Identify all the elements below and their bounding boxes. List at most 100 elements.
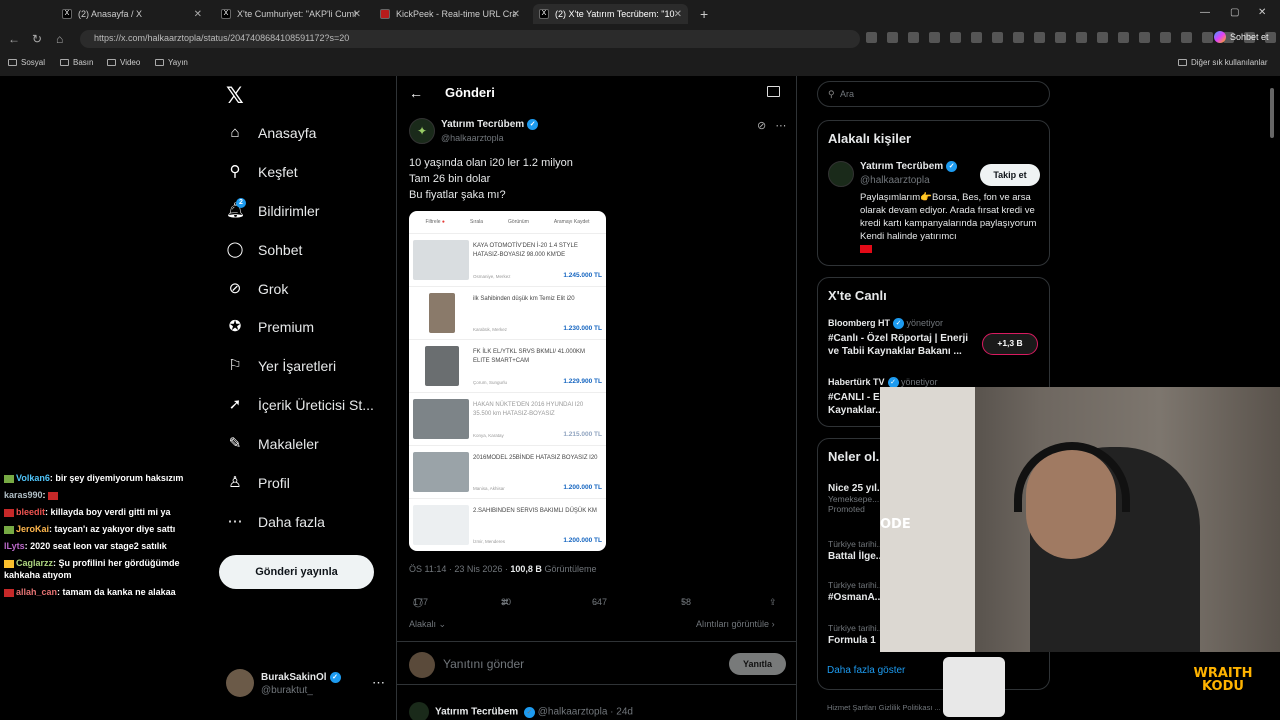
- x-favicon-icon: X: [221, 9, 231, 19]
- avatar[interactable]: [828, 161, 854, 187]
- kickpeek-favicon-icon: [380, 9, 390, 19]
- x-favicon-icon: X: [539, 9, 549, 19]
- trend-item[interactable]: Nice 25 yıl... Yemeksepe... Promoted: [828, 481, 885, 514]
- live-listeners-pill[interactable]: +1,3 B: [982, 333, 1038, 355]
- more-icon[interactable]: ⋯: [775, 120, 786, 132]
- extension-icon[interactable]: [908, 32, 919, 43]
- folder-icon: [155, 59, 164, 66]
- show-more-link[interactable]: Daha fazla göster: [827, 665, 905, 676]
- author-handle[interactable]: @halkaarztopla: [441, 133, 504, 143]
- nav-articles[interactable]: ✎ Makaleler: [226, 435, 396, 453]
- tab-3[interactable]: KickPeek - Real-time URL Crawler✕: [374, 4, 526, 24]
- bookmark-sosyal[interactable]: Sosyal: [8, 58, 45, 67]
- bell-icon: 🔔︎ 2: [226, 198, 246, 219]
- tab-2[interactable]: XX'te Cumhuriyet: "AKP'li Cumhurb✕: [215, 4, 367, 24]
- extension-icon[interactable]: [1097, 32, 1108, 43]
- chat-badge-icon: [4, 588, 14, 597]
- nav-premium[interactable]: ✪ Premium: [226, 318, 396, 336]
- next-post[interactable]: Yatırım Tecrübem ✓ @halkaarztopla · 24d: [409, 702, 633, 720]
- extension-icon[interactable]: [1034, 32, 1045, 43]
- bookmark-yayin[interactable]: Yayın: [155, 58, 188, 67]
- extension-icon[interactable]: [1202, 32, 1213, 43]
- live-item[interactable]: Bloomberg HT ✓ yönetiyor #Canlı - Özel Rö…: [828, 318, 978, 358]
- close-tab-icon[interactable]: ✕: [674, 9, 682, 20]
- extension-icon[interactable]: [1055, 32, 1066, 43]
- reader-icon[interactable]: [767, 86, 780, 97]
- chat-message: lLyts: 2020 seat leon var stage2 satılık: [4, 541, 167, 551]
- tab-1[interactable]: X (2) Anasayfa / X ✕: [56, 4, 208, 24]
- close-tab-icon[interactable]: ✕: [353, 9, 361, 20]
- reply-input[interactable]: Yanıtını gönder: [443, 657, 524, 671]
- new-tab-button[interactable]: +: [694, 4, 714, 24]
- close-tab-icon[interactable]: ✕: [512, 9, 520, 20]
- extension-icon[interactable]: [1013, 32, 1024, 43]
- reload-icon[interactable]: ↻: [32, 32, 42, 46]
- extension-icon[interactable]: [929, 32, 940, 43]
- post-button[interactable]: Gönderi yayınla: [219, 555, 374, 589]
- nav-bookmarks[interactable]: ⚐ Yer İşaretleri: [226, 357, 396, 375]
- close-window-icon[interactable]: ✕: [1258, 7, 1266, 18]
- premium-icon: ✪: [228, 318, 242, 335]
- minimize-icon[interactable]: —: [1200, 7, 1210, 18]
- more-icon[interactable]: ⋯: [372, 675, 385, 691]
- avatar[interactable]: ✦: [409, 118, 435, 144]
- extension-icon[interactable]: [950, 32, 961, 43]
- x-logo-icon[interactable]: 𝕏: [226, 84, 244, 109]
- chat-badge-icon: [4, 525, 14, 534]
- extension-icon[interactable]: [1076, 32, 1087, 43]
- nav-notifications[interactable]: 🔔︎ 2 Bildirimler: [226, 198, 396, 220]
- extension-icon[interactable]: [992, 32, 1003, 43]
- share-icon[interactable]: ⇪: [769, 597, 777, 608]
- trend-item[interactable]: Türkiye tarihi... Battal İlge...: [828, 539, 884, 562]
- reply-submit-button[interactable]: Yanıtla: [729, 653, 786, 675]
- verified-icon: ✓: [523, 706, 535, 718]
- author-name[interactable]: Yatırım Tecrübem: [441, 119, 524, 130]
- nav-home[interactable]: ⌂ Anasayfa: [226, 124, 396, 142]
- nav-creator-studio[interactable]: ➚ İçerik Üreticisi St...: [226, 396, 396, 414]
- trend-item[interactable]: Türkiye tarihi... Formula 1: [828, 623, 884, 646]
- close-tab-icon[interactable]: ✕: [194, 9, 202, 20]
- account-switcher[interactable]: BurakSakinOl ✓ @buraktut_ ⋯: [226, 669, 390, 699]
- more-icon: ⋯: [227, 513, 243, 530]
- extension-icon[interactable]: [971, 32, 982, 43]
- back-arrow-icon[interactable]: ←: [409, 85, 423, 101]
- extension-icon[interactable]: [887, 32, 898, 43]
- bookmark-icon: ⚐: [228, 357, 242, 374]
- nav-grok[interactable]: ⊘ Grok: [226, 280, 396, 298]
- copilot-chat-button[interactable]: Sohbet et: [1214, 31, 1269, 43]
- nav-more[interactable]: ⋯ Daha fazla: [226, 513, 396, 531]
- tab-strip: X (2) Anasayfa / X ✕ X X'te Cumhuriyet: "AK…: [0, 0, 1280, 26]
- extension-icon[interactable]: [1118, 32, 1129, 43]
- search-input[interactable]: ⚲ Ara: [817, 81, 1050, 107]
- tab-4-active[interactable]: X(2) X'te Yatırım Tecrübem: "10 yaşı✕: [533, 4, 688, 24]
- bookmark-basin[interactable]: Basın: [60, 58, 93, 67]
- scrollbar-thumb[interactable]: [1270, 88, 1274, 138]
- home-icon[interactable]: ⌂: [56, 32, 63, 46]
- trend-item[interactable]: Türkiye tarihi... #OsmanA...: [828, 580, 884, 603]
- sort-dropdown[interactable]: Alakalı ⌄: [409, 619, 446, 630]
- post-actions: ◯ 177 ⇄ 30 ♡ 647 ⚐ 58 ⇪: [413, 597, 777, 608]
- back-icon[interactable]: ←: [8, 32, 20, 46]
- nav-explore[interactable]: ⚲ Keşfet: [226, 163, 396, 181]
- other-bookmarks[interactable]: Diğer sık kullanılanlar: [1178, 58, 1267, 67]
- bookmark-video[interactable]: Video: [107, 58, 140, 67]
- nav-profile[interactable]: ♙ Profil: [226, 474, 396, 492]
- follow-button[interactable]: Takip et: [980, 164, 1040, 186]
- footer-links[interactable]: Hizmet Şartları Gizlilik Politikası ...: [827, 703, 941, 712]
- car-photo: [413, 452, 469, 492]
- post-image[interactable]: Filtrele ● Sırala Görünüm Aramayı Kaydet…: [409, 211, 606, 551]
- view-quotes-link[interactable]: Alıntıları görüntüle ›: [696, 619, 775, 629]
- maximize-icon[interactable]: ▢: [1230, 7, 1239, 18]
- grok-icon[interactable]: ⊘: [757, 120, 766, 132]
- address-bar[interactable]: https://x.com/halkaarztopla/status/20474…: [80, 30, 860, 48]
- extension-icon[interactable]: [1181, 32, 1192, 43]
- extension-icon[interactable]: [866, 32, 877, 43]
- notification-badge: 2: [236, 198, 246, 208]
- listing-row: FK İLK EL/YTKL SRVS BKMLI/ 41.000KM ELIT…: [409, 340, 606, 393]
- filter-count-badge: ●: [441, 219, 445, 225]
- chat-user: Caglarzz: [16, 558, 54, 568]
- extension-icon[interactable]: [1160, 32, 1171, 43]
- webcam-overlay: ODE: [880, 387, 1280, 652]
- extension-icon[interactable]: [1139, 32, 1150, 43]
- nav-chat[interactable]: ◯ Sohbet: [226, 241, 396, 259]
